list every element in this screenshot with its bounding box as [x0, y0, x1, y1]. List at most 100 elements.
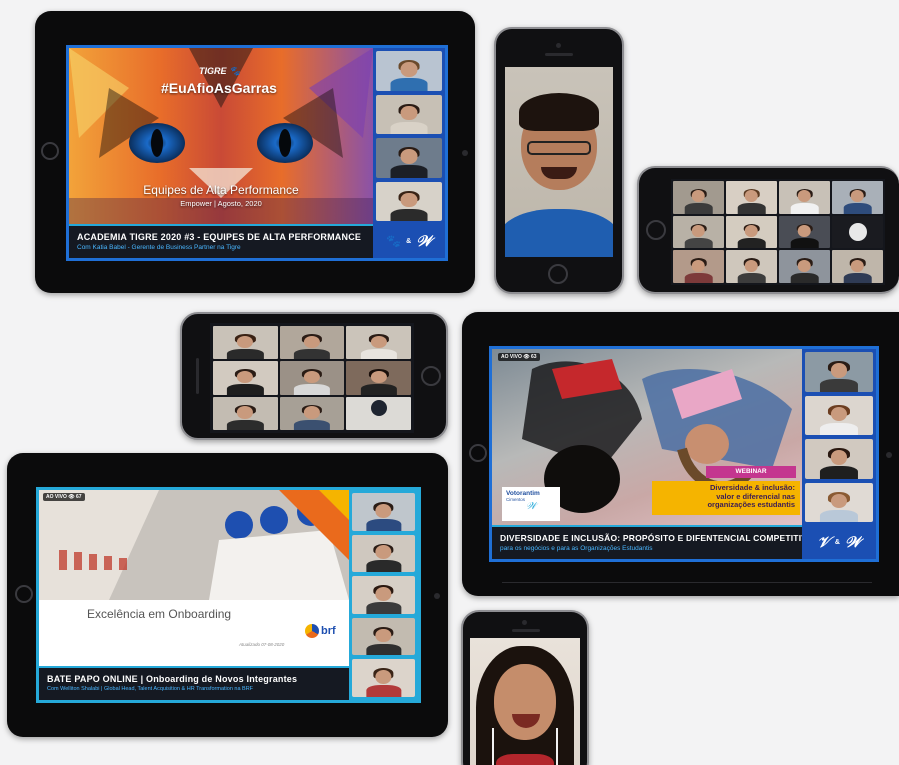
participant-video: [352, 576, 415, 614]
speaker-slot: [512, 629, 540, 632]
camera-dot: [434, 593, 440, 599]
meeting-grid: [213, 326, 411, 430]
paw-icon: 🐾: [386, 234, 402, 248]
grid-tile: [346, 361, 411, 395]
stream-subtitle: para os negócios e para as Organizações …: [500, 545, 653, 552]
tablet-middle-right: AO VIVO 👁 63 WEBINAR Diversidade & inclu…: [462, 312, 899, 596]
brand-text: brf: [321, 625, 336, 637]
participants-column: [802, 349, 876, 525]
grid-tile: [213, 396, 278, 430]
live-badge: AO VIVO 👁 67: [43, 493, 85, 501]
participant-video: [376, 51, 442, 91]
glasses-graphic: [527, 141, 591, 155]
grid-tile: [346, 326, 411, 360]
logo-icon: 𝒲: [844, 533, 861, 551]
participant-video: [505, 67, 613, 257]
earphone-cable: [492, 728, 494, 765]
grid-tile: [832, 250, 883, 283]
participant-video: [352, 617, 415, 656]
grid-tile: [673, 181, 724, 214]
camera-dot: [462, 150, 468, 156]
stream-title-bar: DIVERSIDADE E INCLUSÃO: PROPÓSITO E DIFE…: [492, 525, 814, 559]
grid-tile: [346, 396, 411, 430]
participants-column: [373, 48, 445, 224]
avatar: [848, 222, 867, 241]
stream-title-bar: ACADEMIA TIGRE 2020 #3 - EQUIPES DE ALTA…: [69, 224, 373, 258]
participant-video: [352, 659, 415, 697]
phone-portrait-top: [494, 27, 624, 294]
stream-screen-diversidade: AO VIVO 👁 63 WEBINAR Diversidade & inclu…: [489, 346, 879, 562]
banner-line: organizações estudantis: [707, 500, 795, 510]
meeting-grid-screen: [671, 179, 885, 285]
grid-tile: [213, 361, 278, 395]
participant-video: [376, 181, 442, 221]
onboarding-slide: AO VIVO 👁 67 Excelência em Onboarding At…: [39, 490, 349, 666]
diversity-slide: AO VIVO 👁 63 WEBINAR Diversidade & inclu…: [492, 349, 802, 525]
stream-title: ACADEMIA TIGRE 2020 #3 - EQUIPES DE ALTA…: [77, 232, 362, 242]
participant-video: [805, 482, 873, 522]
phone-landscape-top: [637, 166, 899, 294]
grid-tile: [726, 181, 777, 214]
participant-video: [376, 94, 442, 134]
paw-icon: 🐾: [229, 66, 241, 76]
participant-video: [352, 534, 415, 573]
camera-dot: [522, 620, 527, 625]
speaker-slot: [196, 358, 199, 394]
grid-tile: [726, 215, 777, 249]
live-badge: AO VIVO 👁 63: [498, 353, 540, 361]
eye-icon: 👁: [523, 354, 530, 360]
stream-title: BATE PAPO ONLINE | Onboarding de Novos I…: [47, 674, 298, 684]
hashtag-text: #EuAfioAsGarras: [161, 80, 277, 96]
logo-icon: [305, 624, 319, 638]
home-button: [15, 585, 33, 603]
participants-column: [349, 490, 418, 700]
tiger-slide: TIGRE 🐾 #EuAfioAsGarras Equipes de Alta …: [69, 48, 373, 224]
tablet-top-left: TIGRE 🐾 #EuAfioAsGarras Equipes de Alta …: [35, 11, 475, 293]
grid-tile: [779, 250, 830, 283]
grid-tile: [279, 361, 345, 395]
logo-icon: 𝒲: [416, 232, 432, 250]
stream-logos: 𝒱 & 𝒲: [802, 525, 876, 559]
grid-tile: [832, 181, 883, 214]
stream-title: DIVERSIDADE E INCLUSÃO: PROPÓSITO E DIFE…: [500, 533, 814, 543]
participant-video: [805, 439, 873, 479]
home-button: [548, 264, 568, 284]
video-call-screen: [505, 67, 613, 257]
eye-icon: 👁: [68, 494, 75, 500]
participant-video: [805, 352, 873, 392]
phone-landscape-middle: [180, 312, 448, 440]
divider-line: [502, 582, 872, 583]
slide-title: Equipes de Alta Performance: [143, 183, 299, 197]
brf-logo: brf: [305, 624, 336, 638]
camera-dot: [556, 43, 561, 48]
home-button: [646, 220, 666, 240]
amp-text: &: [834, 538, 840, 546]
grid-tile: [832, 215, 883, 249]
stream-screen-brf: AO VIVO 👁 67 Excelência em Onboarding At…: [36, 487, 421, 703]
speaker-slot: [545, 53, 573, 56]
event-banner: Diversidade & inclusão: valor e diferenc…: [652, 481, 800, 515]
grid-tile: [779, 181, 830, 214]
stream-subtitle: Com Welliton Shalabi | Global Head, Tale…: [47, 686, 254, 692]
grid-tile: [279, 326, 345, 360]
home-button: [41, 142, 59, 160]
slide-subtitle: Empower | Agosto, 2020: [180, 199, 262, 208]
participant-video: [376, 138, 442, 178]
slide-title: Excelência em Onboarding: [87, 607, 232, 621]
factory-photo-graphic: [39, 490, 349, 600]
grid-tile: [726, 250, 777, 283]
amp-text: &: [406, 237, 412, 245]
home-button: [421, 366, 441, 386]
stream-screen-tigre: TIGRE 🐾 #EuAfioAsGarras Equipes de Alta …: [66, 45, 448, 261]
webinar-label: WEBINAR: [706, 466, 796, 478]
participant-video: [805, 395, 873, 435]
home-button: [469, 444, 487, 462]
meeting-grid-screen: [210, 323, 414, 433]
tablet-bottom-left: AO VIVO 👁 67 Excelência em Onboarding At…: [7, 453, 448, 737]
logo-icon: 𝒲: [525, 501, 537, 512]
earphone-cable: [556, 728, 558, 765]
participant-video: [352, 493, 415, 531]
video-call-screen: [470, 638, 580, 765]
sponsor-logo: Votorantim Cimentos 𝒲: [502, 487, 560, 521]
stream-title-bar: BATE PAPO ONLINE | Onboarding de Novos I…: [39, 666, 349, 700]
